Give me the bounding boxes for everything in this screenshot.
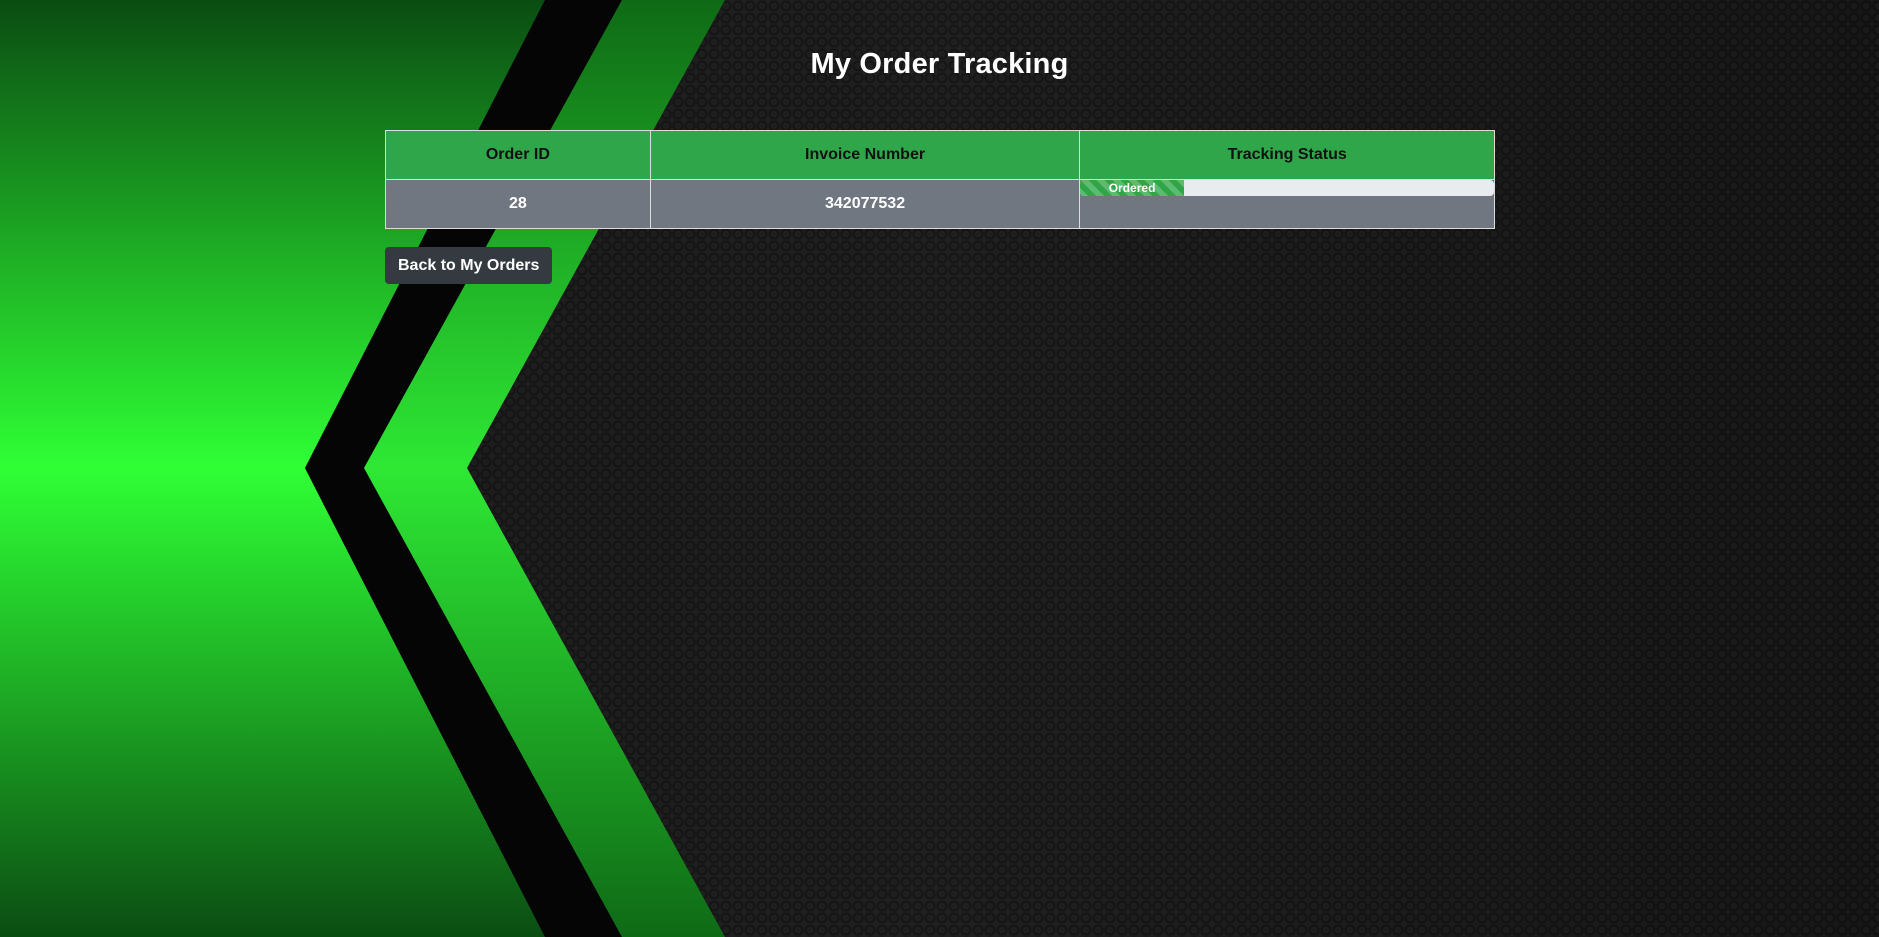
table-row: 28 342077532 Ordered: [385, 179, 1495, 229]
order-id-cell: 28: [385, 179, 651, 229]
table-header-row: Order ID Invoice Number Tracking Status: [385, 130, 1495, 180]
order-tracking-table: Order ID Invoice Number Tracking Status …: [385, 130, 1495, 229]
back-to-my-orders-button[interactable]: Back to My Orders: [385, 247, 553, 284]
column-header-order-id: Order ID: [385, 130, 651, 180]
column-header-invoice-number: Invoice Number: [649, 130, 1081, 180]
invoice-number-cell: 342077532: [649, 179, 1081, 229]
column-header-tracking-status: Tracking Status: [1079, 130, 1495, 180]
tracking-status-cell: Ordered: [1079, 179, 1495, 229]
page-title: My Order Tracking: [810, 48, 1069, 80]
tracking-progress-bar: Ordered: [1080, 180, 1184, 196]
tracking-progress: Ordered: [1080, 180, 1494, 196]
